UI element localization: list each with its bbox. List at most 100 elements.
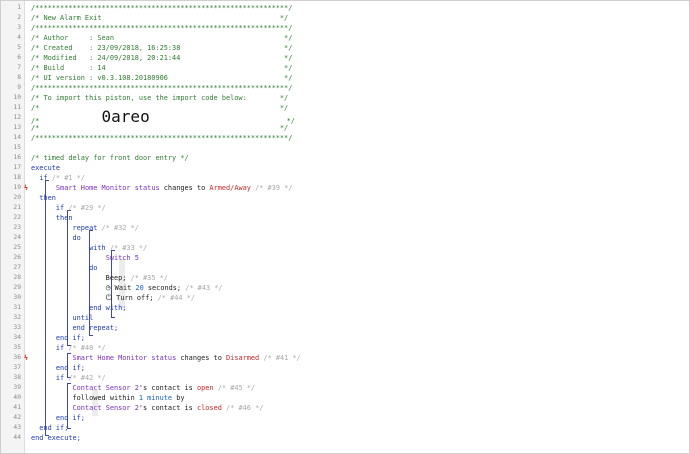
code-line[interactable]: 27 do	[1, 263, 689, 273]
code-line[interactable]: 44 end execute;	[1, 433, 689, 443]
code-token: changes to	[176, 354, 227, 362]
code-line[interactable]: 25 with /* #33 */	[1, 243, 689, 253]
code-text: /* UI version : v0.3.108.20180906 */	[31, 73, 292, 83]
code-line[interactable]: 14 /*************************************…	[1, 133, 689, 143]
code-text: then	[31, 213, 73, 223]
code-text: if /* #1 */	[31, 173, 85, 183]
code-token: 20	[135, 284, 144, 292]
line-number: 6	[17, 54, 21, 61]
line-number: 38	[13, 374, 21, 381]
code-token: /***************************************…	[31, 24, 293, 32]
code-line[interactable]: 31 end with;	[1, 303, 689, 313]
line-number: 27	[13, 264, 21, 271]
lightning-trigger-icon: ϟ	[23, 354, 29, 362]
code-line[interactable]: 19 ϟ Smart Home Monitor status changes to…	[1, 183, 689, 193]
code-token: 1 minute	[138, 394, 173, 402]
code-token: Beep;	[31, 274, 131, 282]
code-line[interactable]: 26 Switch 5	[1, 253, 689, 263]
line-number: 14	[13, 134, 21, 141]
code-line[interactable]: 18 if /* #1 */	[1, 173, 689, 183]
code-line[interactable]: 38 if /* #42 */	[1, 373, 689, 383]
code-line[interactable]: 8 /* UI version : v0.3.108.20180906 */	[1, 73, 689, 83]
code-line[interactable]: 9 /**************************************…	[1, 83, 689, 93]
code-line[interactable]: 30 ⏻ Turn off; /* #44 */	[1, 293, 689, 303]
code-text: /***************************************…	[31, 23, 292, 33]
code-line[interactable]: 21 if /* #29 */	[1, 203, 689, 213]
code-line[interactable]: 2 /* New Alarm Exit */	[1, 13, 689, 23]
code-line[interactable]: 42 end if;	[1, 413, 689, 423]
code-text: Smart Home Monitor status changes to Dis…	[31, 353, 301, 363]
line-number: 44	[13, 434, 21, 441]
code-line[interactable]: 35 if /* #40 */	[1, 343, 689, 353]
code-token: Contact Sensor 2	[72, 404, 139, 412]
code-token: /* Author : Sean */	[31, 34, 293, 42]
code-line[interactable]: 28 Beep; /* #35 */	[1, 273, 689, 283]
code-line[interactable]: 43 end if;	[1, 423, 689, 433]
code-line[interactable]: 7 /* Build : 14 */	[1, 63, 689, 73]
code-text: /* To import this piston, use the import…	[31, 93, 288, 103]
code-line[interactable]: 13 /* */	[1, 123, 689, 133]
code-token: /* */	[31, 104, 289, 112]
code-text: end if;	[31, 363, 85, 373]
code-line[interactable]: 22 then	[1, 213, 689, 223]
code-token: Switch 5	[105, 254, 139, 262]
code-line[interactable]: 36 ϟ Smart Home Monitor status changes to…	[1, 353, 689, 363]
code-token: /* #32 */	[101, 224, 139, 232]
code-token: end if;	[31, 424, 69, 432]
code-text: /***************************************…	[31, 133, 292, 143]
code-line[interactable]: 5 /* Created : 23/09/2018, 16:25:38 */	[1, 43, 689, 53]
line-number: 25	[13, 244, 21, 251]
line-number: 18	[13, 174, 21, 181]
code-token: closed	[196, 404, 222, 412]
code-line[interactable]: 3 /**************************************…	[1, 23, 689, 33]
code-token: end if;	[31, 414, 85, 422]
line-number: 36	[13, 354, 21, 361]
code-line[interactable]: 37 end if;	[1, 363, 689, 373]
code-token: Smart Home Monitor status	[72, 354, 177, 362]
code-token: then	[31, 194, 56, 202]
code-token: /* #1 */	[51, 174, 85, 182]
code-line[interactable]: 39 Contact Sensor 2's contact is open /*…	[1, 383, 689, 393]
code-line[interactable]: 24 do	[1, 233, 689, 243]
code-text: /* Author : Sean */	[31, 33, 292, 43]
code-token: then	[31, 214, 73, 222]
code-token: /* #39 */	[250, 184, 293, 192]
line-number: 23	[13, 224, 21, 231]
code-token: followed within	[31, 394, 139, 402]
line-number: 26	[13, 254, 21, 261]
code-text: if /* #40 */	[31, 343, 106, 353]
code-line[interactable]: 34 end if;	[1, 333, 689, 343]
code-line[interactable]: 23 repeat /* #32 */	[1, 223, 689, 233]
code-token: with	[31, 244, 110, 252]
code-line[interactable]: 29 ◷ Wait 20 seconds; /* #43 */	[1, 283, 689, 293]
code-line[interactable]: 40 followed within 1 minute by	[1, 393, 689, 403]
line-number: 4	[17, 34, 21, 41]
code-line[interactable]: 15	[1, 143, 689, 153]
code-text: execute	[31, 163, 60, 173]
code-text: /* timed delay for front door entry */	[31, 153, 189, 163]
code-text: ◷ Wait 20 seconds; /* #43 */	[31, 283, 223, 293]
code-line[interactable]: 17 execute	[1, 163, 689, 173]
code-token: 's contact is	[138, 404, 197, 412]
code-line[interactable]: 6 /* Modified : 24/09/2018, 20:21:44 */	[1, 53, 689, 63]
code-token: /* Created : 23/09/2018, 16:25:38 */	[31, 44, 293, 52]
code-line[interactable]: 33 end repeat;	[1, 323, 689, 333]
code-text: /* Created : 23/09/2018, 16:25:38 */	[31, 43, 292, 53]
code-line[interactable]: 32 until	[1, 313, 689, 323]
line-number: 30	[13, 294, 21, 301]
code-line[interactable]: 41 Contact Sensor 2's contact is closed …	[1, 403, 689, 413]
code-line[interactable]: 1 /**************************************…	[1, 3, 689, 13]
line-number: 8	[17, 74, 21, 81]
code-token: /* #46 */	[221, 404, 264, 412]
code-line[interactable]: 4 /* Author : Sean */	[1, 33, 689, 43]
code-line[interactable]: 12/* 0areo */	[1, 109, 689, 126]
code-line[interactable]: 20 then	[1, 193, 689, 203]
code-text: then	[31, 193, 56, 203]
code-token: until	[31, 314, 94, 322]
code-line[interactable]: 10 /* To import this piston, use the impo…	[1, 93, 689, 103]
code-text: followed within 1 minute by	[31, 393, 184, 403]
code-line[interactable]: 16 /* timed delay for front door entry */	[1, 153, 689, 163]
